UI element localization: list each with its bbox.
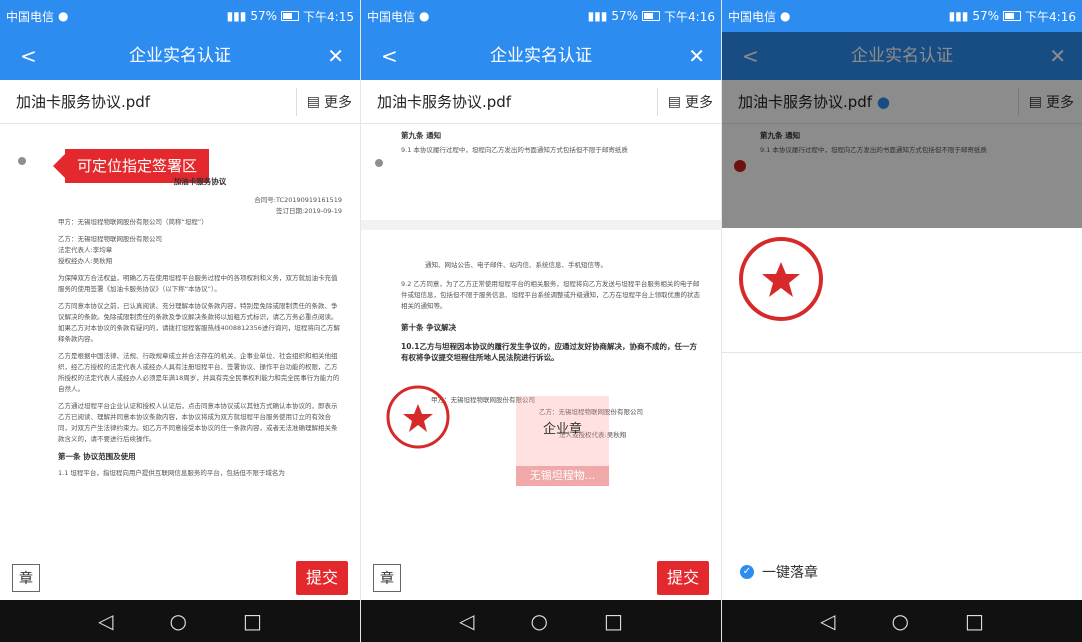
signature-slot-marker[interactable]	[18, 157, 26, 165]
time-label: 下午4:15	[303, 9, 354, 24]
doc-section-9-cont: 通知、网站公告、电子邮件、站内信、系统信息、手机短信等。	[425, 261, 607, 269]
doc-sign-date: 签订日期:2019-09-19	[276, 207, 342, 215]
home-nav-icon[interactable]: ○	[531, 609, 548, 633]
chat-icon: ●	[780, 9, 791, 23]
doc-section-10: 第十条 争议解决	[401, 323, 457, 332]
doc-para-1: 为保障双方合法权益，明确乙方在使用坦程平台服务过程中的各项权利和义务，双方就加油…	[58, 274, 338, 293]
signal-icon: ▮▮▮	[587, 9, 608, 23]
home-nav-icon[interactable]: ○	[170, 609, 187, 633]
recents-nav-icon[interactable]: □	[243, 609, 262, 633]
one-key-seal-option[interactable]: ✓ 一键落章	[740, 562, 818, 582]
battery-icon	[1003, 11, 1022, 21]
doc-para-3: 乙方是根据中国法律、法规、行政规章成立并合法存在的机关、企事业单位、社会组织和相…	[58, 352, 340, 393]
phone-screen-3: 中国电信 ● ▮▮▮ 57% 下午4:16 < 企业实名认证 ✕ 加油卡服务协议.pd…	[722, 0, 1082, 642]
more-button[interactable]: ▤ 更多	[295, 87, 352, 116]
recents-nav-icon[interactable]: □	[965, 609, 984, 633]
doc-para-4: 乙方通过坦程平台企业认证和授权人认证后，点击同意本协议或以其他方式确认本协议的，…	[58, 402, 338, 443]
doc-party-a: 甲方：无锡坦程物联网股份有限公司（简称“坦程”）	[58, 218, 208, 226]
battery-label: 57%	[972, 9, 1000, 23]
back-nav-icon[interactable]: ◁	[459, 609, 474, 633]
doc-contract-no: 合同号:TC20190919161519	[254, 196, 342, 204]
chat-icon: ●	[58, 9, 69, 23]
one-key-seal-label: 一键落章	[762, 565, 818, 581]
divider-line	[722, 352, 1082, 353]
page-title: 企业实名认证	[129, 46, 231, 66]
seal-placement-label: 企业章	[542, 422, 582, 437]
close-icon[interactable]: ✕	[688, 44, 705, 68]
file-name: 加油卡服务协议.pdf	[377, 93, 512, 111]
status-bar: 中国电信 ● ▮▮▮ 57% 下午4:16	[722, 0, 1082, 32]
page-break	[361, 220, 721, 230]
checkbox-checked-icon[interactable]: ✓	[740, 565, 754, 579]
nav-bar: ◁ ○ □	[0, 600, 360, 642]
seal-company-label: 无锡坦程物...	[516, 466, 609, 486]
company-seal-icon[interactable]	[738, 236, 824, 322]
doc-section-9-2: 9.2 乙方同意，为了乙方正常使用坦程平台的相关服务，坦程将向乙方发送与坦程平台…	[401, 280, 700, 310]
phone-screen-2: 中国电信 ● ▮▮▮ 57% 下午4:16 < 企业实名认证 ✕ 加油卡服务协议.pd…	[361, 0, 721, 642]
seal-placement-box[interactable]: 企业章 无锡坦程物...	[516, 396, 609, 486]
doc-party-b: 乙方：无锡坦程物联网股份有限公司	[58, 235, 162, 243]
carrier-label: 中国电信	[728, 9, 777, 24]
title-bar: < 企业实名认证 ✕	[0, 32, 360, 80]
carrier-label: 中国电信	[6, 9, 55, 24]
doc-section-1-text: 1.1 坦程平台，指坦程向用户提供互联网信息服务的平台，包括但不限于域名为	[58, 469, 285, 477]
back-nav-icon[interactable]: ◁	[820, 609, 835, 633]
more-button[interactable]: ▤ 更多	[656, 87, 713, 116]
doc-para-2: 乙方同意本协议之前，已认真阅读、充分理解本协议条款内容，特别是免除或限制责任的条…	[58, 302, 340, 343]
file-bar: 加油卡服务协议.pdf ▤ 更多	[361, 80, 721, 124]
document-view[interactable]: 可定位指定签署区 加油卡服务协议 合同号:TC20190919161519 签订…	[0, 124, 360, 556]
bottom-bar: 章 提交	[361, 556, 721, 600]
document-view[interactable]: 第九条 通知 9.1 本协议履行过程中，坦程向乙方发出的书面通知方式包括但不限于…	[361, 124, 721, 556]
battery-icon	[281, 11, 300, 21]
doc-title: 加油卡服务协议	[173, 177, 227, 186]
document-page: 第九条 通知 9.1 本协议履行过程中，坦程向乙方发出的书面通知方式包括但不限于…	[401, 130, 703, 156]
doc-legal-rep: 法定代表人:李均章	[58, 246, 113, 254]
battery-icon	[642, 11, 661, 21]
signature-slot-marker[interactable]	[375, 159, 383, 167]
company-seal-icon[interactable]	[385, 384, 451, 450]
status-bar: 中国电信 ● ▮▮▮ 57% 下午4:16	[361, 0, 721, 32]
bottom-bar: 章 提交	[0, 556, 360, 600]
phone-screen-1: 中国电信 ● ▮▮▮ 57% 下午4:15 < 企业实名认证 ✕ 加油卡服务协议.pd…	[0, 0, 360, 642]
doc-section-9-text: 9.1 本协议履行过程中，坦程向乙方发出的书面通知方式包括但不限于邮寄纸质	[401, 146, 628, 154]
submit-button[interactable]: 提交	[656, 561, 709, 595]
document-page: 加油卡服务协议 合同号:TC20190919161519 签订日期:2019-0…	[58, 124, 342, 479]
nav-bar: ◁ ○ □	[722, 600, 1082, 642]
close-icon[interactable]: ✕	[327, 44, 344, 68]
status-bar: 中国电信 ● ▮▮▮ 57% 下午4:15	[0, 0, 360, 32]
signal-icon: ▮▮▮	[948, 9, 969, 23]
recents-nav-icon[interactable]: □	[604, 609, 623, 633]
doc-section-1: 第一条 协议范围及使用	[58, 452, 136, 461]
page-title: 企业实名认证	[490, 46, 592, 66]
submit-button[interactable]: 提交	[295, 561, 348, 595]
doc-section-10-text: 10.1乙方与坦程因本协议的履行发生争议的，应通过友好协商解决，协商不成的，任一…	[401, 342, 698, 362]
more-label: 更多	[324, 94, 352, 111]
back-nav-icon[interactable]: ◁	[98, 609, 113, 633]
signal-icon: ▮▮▮	[226, 9, 247, 23]
file-bar: 加油卡服务协议.pdf ▤ 更多	[0, 80, 360, 124]
battery-label: 57%	[611, 9, 639, 23]
doc-section-9: 第九条 通知	[401, 131, 442, 140]
title-bar: < 企业实名认证 ✕	[361, 32, 721, 80]
seal-button[interactable]: 章	[373, 564, 401, 592]
list-icon: ▤	[667, 93, 681, 110]
file-name: 加油卡服务协议.pdf	[16, 93, 151, 111]
chat-icon: ●	[419, 9, 430, 23]
nav-bar: ◁ ○ □	[361, 600, 721, 642]
more-label: 更多	[685, 94, 713, 111]
battery-label: 57%	[250, 9, 278, 23]
carrier-label: 中国电信	[367, 9, 416, 24]
time-label: 下午4:16	[1025, 9, 1076, 24]
doc-authorized: 授权经办人:吴秋翔	[58, 257, 113, 265]
home-nav-icon[interactable]: ○	[892, 609, 909, 633]
seal-button[interactable]: 章	[12, 564, 40, 592]
overlay-mask[interactable]	[722, 32, 1082, 228]
list-icon: ▤	[306, 93, 320, 110]
time-label: 下午4:16	[664, 9, 715, 24]
